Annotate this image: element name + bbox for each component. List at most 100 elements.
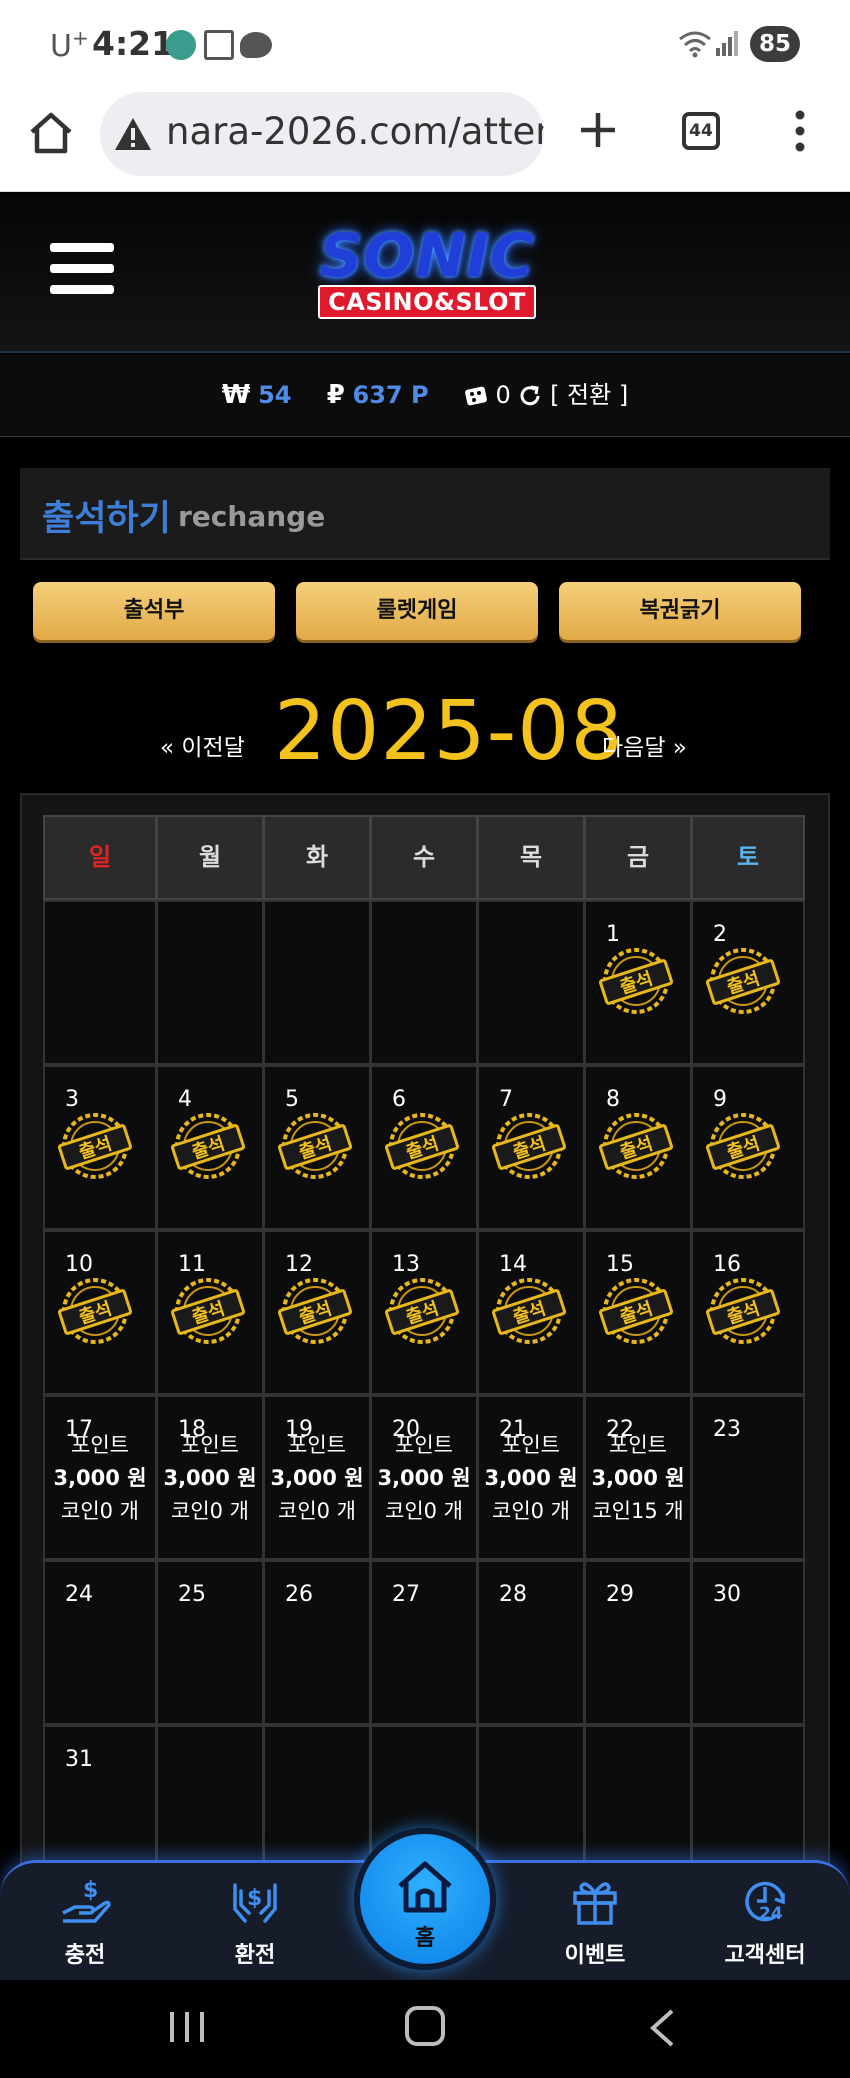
day-number: 27 (392, 1582, 420, 1607)
calendar-day-cell (43, 900, 157, 1065)
attendance-book-button[interactable]: 출석부 (33, 582, 275, 640)
hamburger-menu-icon[interactable] (50, 243, 114, 297)
reward-coins: 코인0 개 (492, 1499, 570, 1523)
day-number: 30 (713, 1582, 741, 1607)
reward-coins: 코인0 개 (171, 1499, 249, 1523)
calendar-day-cell[interactable]: 30 (691, 1560, 805, 1725)
attendance-stamp-icon: 출석 (384, 1278, 460, 1344)
calendar-day-cell[interactable]: 17 포인트 3,000 원 코인0 개 (43, 1395, 157, 1560)
calendar-day-cell[interactable]: 25 (156, 1560, 264, 1725)
calendar-day-cell[interactable]: 4 출석 (156, 1065, 264, 1230)
attendance-stamp-icon: 출석 (170, 1113, 246, 1179)
nav-withdraw[interactable]: $ 환전 (200, 1875, 310, 1979)
address-bar[interactable]: nara-2026.com/attend (100, 92, 544, 176)
prev-month-link[interactable]: « 이전달 (160, 728, 245, 762)
calendar-day-cell[interactable]: 28 (477, 1560, 585, 1725)
attendance-stamp-icon: 출석 (57, 1278, 133, 1344)
calendar-day-cell[interactable]: 10 출석 (43, 1230, 157, 1395)
calendar-day-cell[interactable]: 12 출석 (263, 1230, 371, 1395)
recent-apps-icon[interactable] (168, 2010, 206, 2044)
new-tab-icon[interactable] (578, 110, 618, 150)
status-bar: U+ 4:21 85 (0, 0, 850, 88)
reward-label: 포인트 (609, 1433, 667, 1457)
calendar-day-cell[interactable]: 13 출석 (370, 1230, 478, 1395)
system-home-icon[interactable] (405, 2006, 445, 2046)
deposit-icon: $ (62, 1878, 111, 1923)
reward-coins: 코인0 개 (278, 1499, 356, 1523)
calendar-day-cell[interactable]: 29 (584, 1560, 692, 1725)
url-text[interactable]: nara-2026.com/attend (166, 110, 544, 153)
daily-reward: 포인트 3,000 원 코인0 개 (372, 1429, 476, 1528)
convert-link[interactable]: [ 전환 ] (550, 381, 628, 409)
cash-balance: 54 (258, 381, 292, 409)
wifi-icon (679, 31, 711, 58)
day-number: 24 (65, 1582, 93, 1607)
weekday-header: 월 (156, 815, 264, 900)
system-navigation-bar (0, 1980, 850, 2078)
day-number: 3 (65, 1087, 79, 1112)
browser-toolbar: nara-2026.com/attend 44 (0, 88, 850, 192)
day-number: 1 (606, 922, 620, 947)
attendance-stamp-icon: 출석 (598, 1278, 674, 1344)
reward-label: 포인트 (395, 1433, 453, 1457)
calendar-day-cell[interactable]: 18 포인트 3,000 원 코인0 개 (156, 1395, 264, 1560)
nav-deposit[interactable]: $ 충전 (30, 1875, 140, 1979)
calendar-day-cell[interactable]: 26 (263, 1560, 371, 1725)
status-time: 4:21 (92, 24, 175, 63)
roulette-game-button[interactable]: 룰렛게임 (296, 582, 538, 640)
back-icon[interactable] (648, 2008, 676, 2048)
calendar-day-cell[interactable]: 20 포인트 3,000 원 코인0 개 (370, 1395, 478, 1560)
day-number: 13 (392, 1252, 420, 1277)
point-icon: ₽ (326, 380, 345, 410)
nav-support[interactable]: 24 고객센터 (710, 1875, 820, 1979)
logo-subtitle: CASINO&SLOT (318, 285, 536, 319)
calendar-day-cell[interactable]: 21 포인트 3,000 원 코인0 개 (477, 1395, 585, 1560)
calendar-day-cell[interactable]: 14 출석 (477, 1230, 585, 1395)
more-menu-icon[interactable] (794, 110, 806, 152)
calendar-day-cell[interactable]: 3 출석 (43, 1065, 157, 1230)
calendar-day-cell[interactable]: 7 출석 (477, 1065, 585, 1230)
calendar-day-cell[interactable]: 23 (691, 1395, 805, 1560)
withdraw-icon: $ (233, 1883, 277, 1923)
home-icon[interactable] (28, 110, 74, 156)
calendar-day-cell[interactable]: 9 출석 (691, 1065, 805, 1230)
calendar-day-cell[interactable]: 1 출석 (584, 900, 692, 1065)
warning-icon[interactable] (114, 116, 152, 152)
nav-event[interactable]: 이벤트 (540, 1875, 650, 1979)
reward-points: 3,000 원 (163, 1466, 257, 1490)
month-navigation: « 이전달 2025-08 다음달 » (0, 676, 850, 779)
calendar-day-cell[interactable]: 27 (370, 1560, 478, 1725)
next-month-link[interactable]: 다음달 » (602, 728, 687, 762)
calendar-day-cell[interactable]: 5 출석 (263, 1065, 371, 1230)
nav-home-button[interactable]: 홈 (354, 1828, 496, 1970)
page-subtitle: rechange (178, 500, 326, 533)
calendar-day-cell[interactable]: 8 출석 (584, 1065, 692, 1230)
weekday-header: 화 (263, 815, 371, 900)
day-number: 29 (606, 1582, 634, 1607)
calendar-day-cell[interactable]: 22 포인트 3,000 원 코인15 개 (584, 1395, 692, 1560)
calendar-day-cell[interactable]: 6 출석 (370, 1065, 478, 1230)
attendance-stamp-icon: 출석 (598, 948, 674, 1014)
scratch-ticket-button[interactable]: 복권긁기 (559, 582, 801, 640)
calendar-day-cell[interactable]: 2 출석 (691, 900, 805, 1065)
daily-reward: 포인트 3,000 원 코인0 개 (265, 1429, 369, 1528)
coin-ticket-icon (464, 386, 487, 406)
calendar-day-cell[interactable]: 24 (43, 1560, 157, 1725)
calendar-day-cell[interactable]: 16 출석 (691, 1230, 805, 1395)
weekday-header: 수 (370, 815, 478, 900)
attendance-stamp-icon: 출석 (705, 948, 781, 1014)
calendar-day-cell[interactable]: 15 출석 (584, 1230, 692, 1395)
calendar-day-cell[interactable]: 19 포인트 3,000 원 코인0 개 (263, 1395, 371, 1560)
svg-text:$: $ (83, 1878, 98, 1903)
site-logo[interactable]: SONIC CASINO&SLOT (294, 221, 560, 325)
refresh-icon[interactable] (518, 384, 542, 408)
tab-switcher-button[interactable]: 44 (682, 112, 720, 150)
point-balance: 637 P (352, 381, 429, 409)
calendar-day-cell[interactable]: 11 출석 (156, 1230, 264, 1395)
reward-points: 3,000 원 (484, 1466, 578, 1490)
day-number: 9 (713, 1087, 727, 1112)
day-number: 7 (499, 1087, 513, 1112)
daily-reward: 포인트 3,000 원 코인0 개 (479, 1429, 583, 1528)
support-24h-icon: 24 (745, 1881, 785, 1924)
reward-label: 포인트 (71, 1433, 129, 1457)
